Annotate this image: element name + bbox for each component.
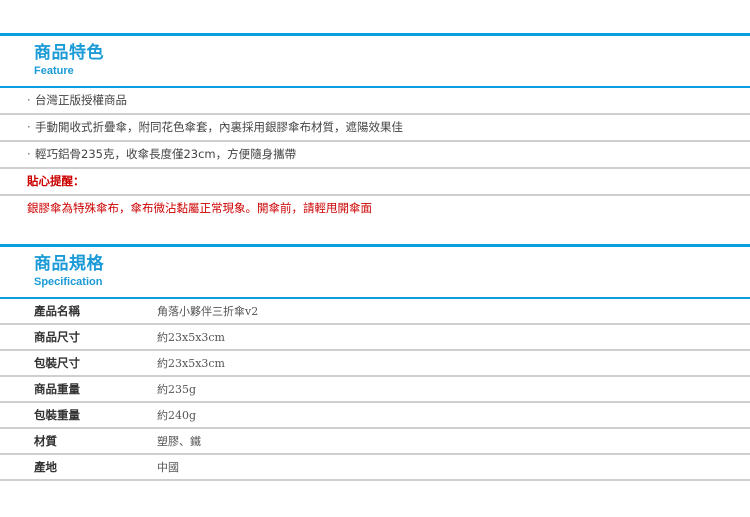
spec-value: 塑膠、鐵 bbox=[157, 435, 201, 448]
spec-value: 角落小夥伴三折傘v2 bbox=[157, 305, 259, 318]
feature-title: 商品特色 bbox=[34, 43, 104, 63]
spec-label: 包裝重量 bbox=[34, 408, 80, 422]
feature-subtitle: Feature bbox=[34, 65, 74, 77]
notice-title: 貼心提醒： bbox=[27, 174, 85, 188]
spec-value: 約240g bbox=[157, 409, 197, 422]
notice-title-row: 貼心提醒： bbox=[0, 169, 750, 196]
spec-label: 商品尺寸 bbox=[34, 330, 80, 344]
spec-row-package-size: 包裝尺寸 約23x5x3cm bbox=[0, 351, 750, 377]
notice-text-row: 銀膠傘為特殊傘布，傘布微沾黏屬正常現象。開傘前，請輕甩開傘面 bbox=[0, 196, 750, 221]
bullet-icon: · bbox=[27, 147, 31, 161]
spec-row-product-size: 商品尺寸 約23x5x3cm bbox=[0, 325, 750, 351]
spec-label: 商品重量 bbox=[34, 382, 80, 396]
spec-value: 約23x5x3cm bbox=[157, 357, 225, 370]
notice-text: 銀膠傘為特殊傘布，傘布微沾黏屬正常現象。開傘前，請輕甩開傘面 bbox=[27, 201, 372, 215]
feature-item: · 手動開收式折疊傘，附同花色傘套，內裏採用銀膠傘布材質，遮陽效果佳 bbox=[0, 115, 750, 142]
spec-value: 約235g bbox=[157, 383, 197, 396]
bullet-icon: · bbox=[27, 120, 31, 134]
spec-value: 中國 bbox=[157, 461, 179, 474]
spec-row-product-weight: 商品重量 約235g bbox=[0, 377, 750, 403]
spec-label: 產品名稱 bbox=[34, 304, 80, 318]
bullet-icon: · bbox=[27, 93, 31, 107]
spec-row-package-weight: 包裝重量 約240g bbox=[0, 403, 750, 429]
spec-section-header: 商品規格 Specification bbox=[0, 244, 750, 299]
feature-item-text: 手動開收式折疊傘，附同花色傘套，內裏採用銀膠傘布材質，遮陽效果佳 bbox=[35, 120, 403, 134]
spec-row-product-name: 產品名稱 角落小夥伴三折傘v2 bbox=[0, 299, 750, 325]
feature-item: · 台灣正版授權商品 bbox=[0, 88, 750, 115]
feature-item: · 輕巧鋁骨235克，收傘長度僅23cm，方便隨身攜帶 bbox=[0, 142, 750, 169]
feature-item-text: 台灣正版授權商品 bbox=[35, 93, 127, 107]
feature-section-header: 商品特色 Feature bbox=[0, 33, 750, 88]
spec-value: 約23x5x3cm bbox=[157, 331, 225, 344]
spec-title: 商品規格 bbox=[34, 254, 104, 274]
feature-item-text: 輕巧鋁骨235克，收傘長度僅23cm，方便隨身攜帶 bbox=[35, 147, 297, 161]
spec-label: 材質 bbox=[34, 434, 57, 448]
spec-label: 包裝尺寸 bbox=[34, 356, 80, 370]
spec-section: 商品規格 Specification 產品名稱 角落小夥伴三折傘v2 商品尺寸 … bbox=[0, 244, 750, 481]
spec-row-origin: 產地 中國 bbox=[0, 455, 750, 481]
spec-label: 產地 bbox=[34, 460, 57, 474]
feature-section: 商品特色 Feature · 台灣正版授權商品 · 手動開收式折疊傘，附同花色傘套，… bbox=[0, 33, 750, 221]
spec-row-material: 材質 塑膠、鐵 bbox=[0, 429, 750, 455]
spec-subtitle: Specification bbox=[34, 276, 103, 288]
